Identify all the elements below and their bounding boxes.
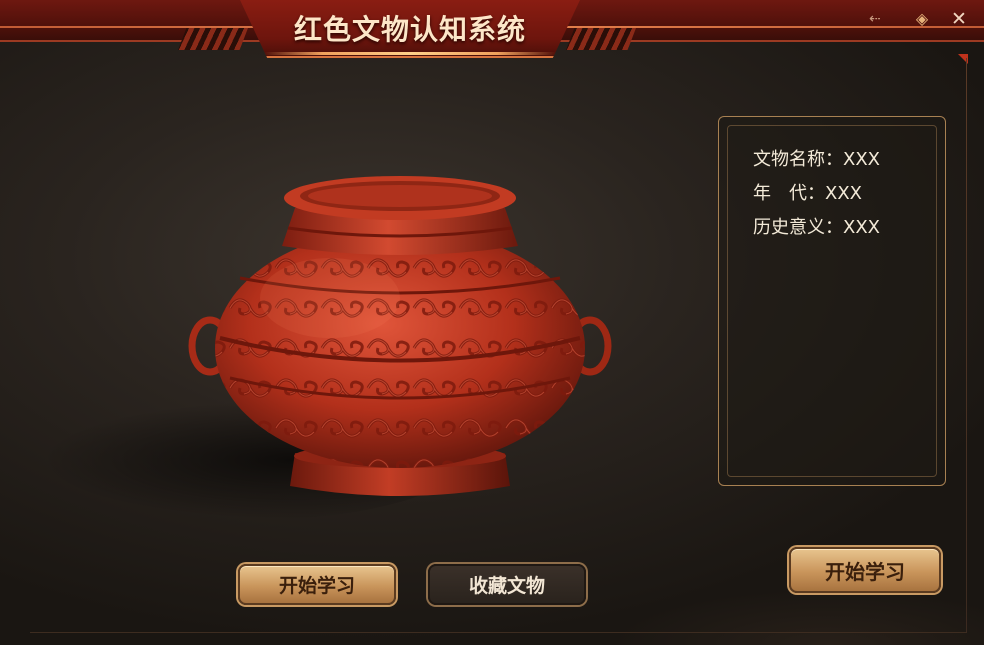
artifact-name-row: 文物名称：XXX <box>753 145 880 171</box>
artifact-era-label: 年 代： <box>753 183 825 204</box>
artifact-era-value: XXX <box>825 183 862 204</box>
artifact-name-value: XXX <box>843 149 880 170</box>
artifact-info-panel: 文物名称：XXX 年 代：XXX 历史意义：XXX <box>718 116 946 486</box>
frame-border-bottom <box>30 632 967 633</box>
title-plate-glow <box>264 52 556 55</box>
arrow-left-icon[interactable]: ⇠ <box>864 9 886 29</box>
frame-border-right <box>966 58 967 633</box>
start-learning-button[interactable]: 开始学习 <box>238 564 396 605</box>
artifact-significance-value: XXX <box>843 217 880 238</box>
info-panel-inner-border <box>727 125 937 477</box>
left-stripe-ornament <box>178 28 248 50</box>
artifact-significance-label: 历史意义： <box>753 217 843 238</box>
artifact-image <box>188 176 612 496</box>
diamond-icon[interactable]: ◈ <box>911 9 933 29</box>
artifact-name-label: 文物名称： <box>753 149 843 170</box>
close-icon[interactable]: ✕ <box>948 9 970 29</box>
app-title: 红色文物认知系统 <box>293 13 526 46</box>
artifact-era-row: 年 代：XXX <box>753 179 862 205</box>
artifact-significance-row: 历史意义：XXX <box>753 213 880 239</box>
app-window: 红色文物认知系统 ⇠ ◈ ✕ 文物名称：XXX 年 代：XXX 历史意义：XXX… <box>0 0 984 645</box>
start-learning-side-button[interactable]: 开始学习 <box>789 547 941 593</box>
collect-artifact-button[interactable]: 收藏文物 <box>428 564 586 605</box>
